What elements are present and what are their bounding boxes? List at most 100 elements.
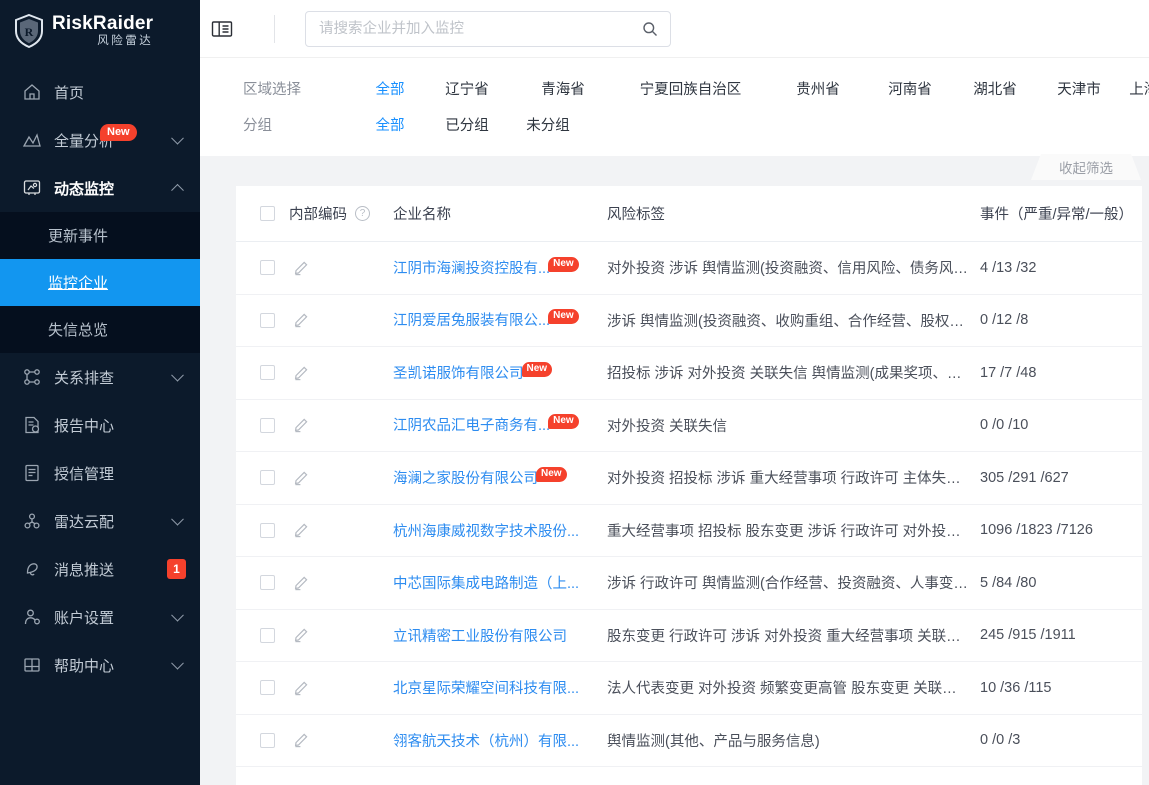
sidebar-item-credit-management[interactable]: 授信管理 <box>0 449 200 497</box>
search-box[interactable] <box>305 11 671 47</box>
row-checkbox[interactable] <box>260 260 275 275</box>
row-risk-tags-cell: 重大经营事项 招投标 股东变更 涉诉 行政许可 对外投资 关联... <box>593 520 980 541</box>
row-company-name-cell[interactable]: 圣凯诺服饰有限公司New <box>393 362 593 384</box>
region-option-tianjin[interactable]: 天津市 <box>1038 78 1120 99</box>
region-option-guizhou[interactable]: 贵州省 <box>768 78 868 99</box>
row-company-name-cell[interactable]: 立讯精密工业股份有限公司 <box>393 625 593 646</box>
sidebar-item-full-analysis[interactable]: 全量分析 New <box>0 116 200 164</box>
row-company-name-cell[interactable]: 江阴农品汇电子商务有...New <box>393 414 593 436</box>
company-name-link[interactable]: 翎客航天技术（杭州）有限... <box>393 734 579 750</box>
company-name-link[interactable]: 杭州海康威视数字技术股份... <box>393 524 579 540</box>
region-option-qinghai[interactable]: 青海省 <box>513 78 613 99</box>
row-company-name-cell[interactable]: 北京星际荣耀空间科技有限... <box>393 677 593 698</box>
region-option-henan[interactable]: 河南省 <box>868 78 952 99</box>
table-row[interactable]: 江阴市海澜投资控股有...New对外投资 涉诉 舆情监测(投资融资、信用风险、债… <box>236 242 1142 295</box>
table-row[interactable]: 圣凯诺服饰有限公司New招投标 涉诉 对外投资 关联失信 舆情监测(成果奖项、盈… <box>236 347 1142 400</box>
row-company-name-cell[interactable]: 翎客航天技术（杭州）有限... <box>393 730 593 751</box>
row-risk-tags-cell: 招投标 涉诉 对外投资 关联失信 舆情监测(成果奖项、盈利下... <box>593 362 980 383</box>
company-name-link[interactable]: 立讯精密工业股份有限公司 <box>393 629 567 645</box>
chevron-down-icon[interactable] <box>171 513 184 526</box>
edit-pencil-icon[interactable] <box>293 680 309 696</box>
sidebar-item-home[interactable]: 首页 <box>0 68 200 116</box>
row-company-name-cell[interactable]: 海澜之家股份有限公司New <box>393 467 593 489</box>
company-name-link[interactable]: 江阴爱居兔服装有限公... <box>393 313 550 329</box>
sidebar-subitem-monitored-companies[interactable]: 监控企业 <box>0 259 200 306</box>
sidebar-item-relationship-check[interactable]: 关系排查 <box>0 353 200 401</box>
edit-pencil-icon[interactable] <box>293 365 309 381</box>
group-option-grouped[interactable]: 已分组 <box>421 114 513 135</box>
row-company-name-cell[interactable]: 杭州海康威视数字技术股份... <box>393 520 593 541</box>
table-row[interactable]: 海澜之家股份有限公司New对外投资 招投标 涉诉 重大经营事项 行政许可 主体失… <box>236 452 1142 505</box>
region-option-hubei[interactable]: 湖北省 <box>952 78 1038 99</box>
row-internal-code-cell <box>289 365 393 381</box>
edit-pencil-icon[interactable] <box>293 470 309 486</box>
row-checkbox[interactable] <box>260 313 275 328</box>
cloud-config-icon <box>22 511 42 531</box>
edit-pencil-icon[interactable] <box>293 260 309 276</box>
table-row[interactable]: 杭州海康威视数字技术股份... 重大经营事项 招投标 股东变更 涉诉 行政许可 对… <box>236 505 1142 558</box>
sidebar-subitem-dishonesty-overview[interactable]: 失信总览 <box>0 306 200 353</box>
region-option-liaoning[interactable]: 辽宁省 <box>421 78 513 99</box>
sidebar-item-label: 授信管理 <box>54 463 114 484</box>
row-company-name-cell[interactable]: 中芯国际集成电路制造（上... <box>393 572 593 593</box>
chevron-down-icon[interactable] <box>171 132 184 145</box>
region-option-ningxia[interactable]: 宁夏回族自治区 <box>613 78 768 99</box>
row-checkbox[interactable] <box>260 575 275 590</box>
row-internal-code-cell <box>289 680 393 696</box>
edit-pencil-icon[interactable] <box>293 627 309 643</box>
edit-pencil-icon[interactable] <box>293 732 309 748</box>
company-name-link[interactable]: 圣凯诺服饰有限公司 <box>393 366 524 382</box>
chevron-down-icon[interactable] <box>171 657 184 670</box>
table-row[interactable]: 立讯精密工业股份有限公司股东变更 行政许可 涉诉 对外投资 重大经营事项 关联失… <box>236 610 1142 663</box>
row-checkbox[interactable] <box>260 733 275 748</box>
relations-icon <box>22 367 42 387</box>
sidebar-collapse-icon[interactable] <box>211 19 233 39</box>
table-row[interactable]: 江阴农品汇电子商务有...New对外投资 关联失信0 /0 /10 <box>236 400 1142 453</box>
edit-pencil-icon[interactable] <box>293 522 309 538</box>
row-checkbox[interactable] <box>260 680 275 695</box>
chevron-down-icon[interactable] <box>171 369 184 382</box>
row-checkbox[interactable] <box>260 470 275 485</box>
help-icon[interactable]: ? <box>355 206 370 221</box>
edit-pencil-icon[interactable] <box>293 417 309 433</box>
row-checkbox[interactable] <box>260 628 275 643</box>
sidebar-item-message-push[interactable]: 消息推送 1 <box>0 545 200 593</box>
table-row[interactable]: 江阴爱居兔服装有限公...New涉诉 舆情监测(投资融资、收购重组、合作经营、股… <box>236 295 1142 348</box>
table-header-row: 内部编码 ? 企业名称 风险标签 事件（严重/异常/一般） <box>236 186 1142 242</box>
search-input[interactable] <box>306 12 670 46</box>
sidebar-item-dynamic-monitor[interactable]: 动态监控 <box>0 164 200 212</box>
company-name-link[interactable]: 江阴农品汇电子商务有... <box>393 418 550 434</box>
sidebar-item-help-center[interactable]: 帮助中心 <box>0 641 200 689</box>
group-option-all[interactable]: 全部 <box>359 114 421 135</box>
company-name-link[interactable]: 江阴市海澜投资控股有... <box>393 261 550 277</box>
company-name-link[interactable]: 中芯国际集成电路制造（上... <box>393 576 579 592</box>
search-icon[interactable] <box>642 21 658 37</box>
table-row[interactable]: 中芯国际集成电路制造（上...涉诉 行政许可 舆情监测(合作经营、投资融资、人事… <box>236 557 1142 610</box>
sidebar-item-report-center[interactable]: 报告中心 <box>0 401 200 449</box>
table-row[interactable]: 翎客航天技术（杭州）有限...舆情监测(其他、产品与服务信息)0 /0 /3 <box>236 715 1142 768</box>
company-name-link[interactable]: 北京星际荣耀空间科技有限... <box>393 681 579 697</box>
sidebar-item-radar-cloud-config[interactable]: 雷达云配 <box>0 497 200 545</box>
row-company-name-cell[interactable]: 江阴爱居兔服装有限公...New <box>393 309 593 331</box>
brand-logo-block[interactable]: R RiskRaider 风险雷达 <box>0 0 200 62</box>
sidebar-submenu-dynamic-monitor: 更新事件 监控企业 失信总览 <box>0 212 200 353</box>
row-internal-code-cell <box>289 312 393 328</box>
edit-pencil-icon[interactable] <box>293 312 309 328</box>
collapse-filter-button[interactable]: 收起筛选 <box>1031 154 1141 180</box>
edit-pencil-icon[interactable] <box>293 575 309 591</box>
chevron-up-icon[interactable] <box>171 184 184 197</box>
row-checkbox[interactable] <box>260 523 275 538</box>
region-option-all[interactable]: 全部 <box>359 78 421 99</box>
company-name-link[interactable]: 海澜之家股份有限公司 <box>393 471 538 487</box>
row-checkbox[interactable] <box>260 418 275 433</box>
analysis-icon <box>22 130 42 150</box>
region-option-shanghai[interactable]: 上海市 <box>1120 78 1149 99</box>
group-option-ungrouped[interactable]: 未分组 <box>513 114 583 135</box>
row-checkbox[interactable] <box>260 365 275 380</box>
chevron-down-icon[interactable] <box>171 609 184 622</box>
row-company-name-cell[interactable]: 江阴市海澜投资控股有...New <box>393 257 593 279</box>
table-row[interactable]: 北京星际荣耀空间科技有限...法人代表变更 对外投资 频繁变更高管 股东变更 关… <box>236 662 1142 715</box>
sidebar-subitem-update-events[interactable]: 更新事件 <box>0 212 200 259</box>
select-all-checkbox[interactable] <box>260 206 275 221</box>
sidebar-item-account-settings[interactable]: 账户设置 <box>0 593 200 641</box>
